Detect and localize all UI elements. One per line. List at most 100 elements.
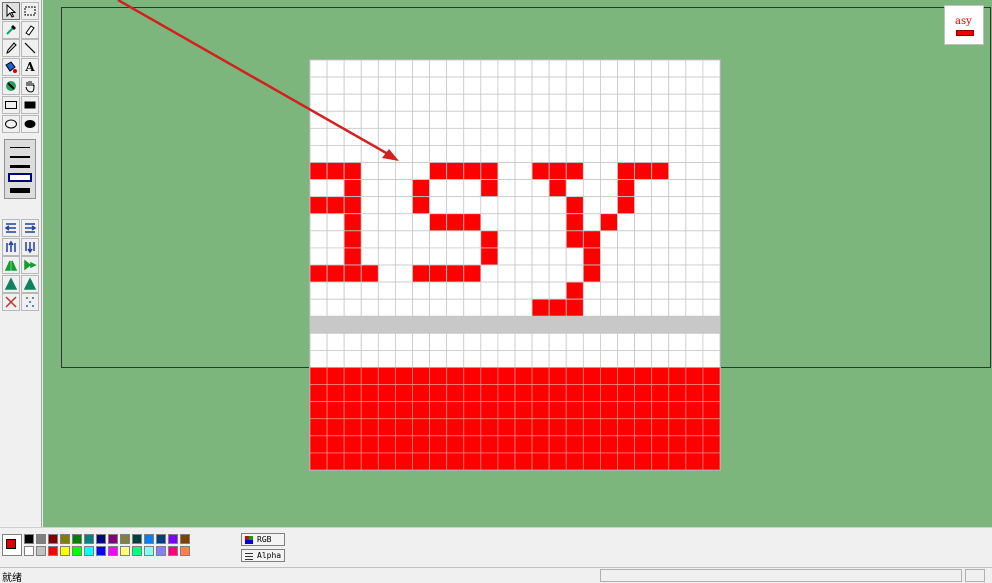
pixel-cell[interactable] — [617, 298, 635, 317]
pixel-cell[interactable] — [548, 332, 567, 351]
pixel-cell[interactable] — [617, 281, 635, 300]
pixel-cell[interactable] — [343, 93, 362, 112]
pixel-cell[interactable] — [634, 213, 653, 232]
pixel-cell[interactable] — [514, 110, 533, 129]
pixel-cell[interactable] — [343, 435, 362, 454]
palette-swatch[interactable] — [96, 546, 106, 556]
pixel-cell[interactable] — [463, 76, 482, 95]
pixel-cell[interactable] — [343, 315, 362, 334]
pixel-cell[interactable] — [395, 401, 413, 420]
line-width-selector[interactable] — [4, 139, 36, 199]
pixel-cell[interactable] — [343, 418, 362, 437]
pixel-cell[interactable] — [310, 213, 328, 232]
pixel-cell[interactable] — [446, 179, 465, 198]
pixel-cell[interactable] — [326, 196, 345, 215]
pixel-cell[interactable] — [565, 384, 584, 403]
pixel-cell[interactable] — [651, 213, 670, 232]
pixel-cell[interactable] — [600, 247, 618, 266]
pixel-cell[interactable] — [634, 332, 653, 351]
pixel-cell[interactable] — [514, 401, 533, 420]
palette-swatch[interactable] — [120, 534, 130, 544]
pixel-cell[interactable] — [514, 145, 533, 163]
pixel-cell[interactable] — [600, 367, 618, 385]
pixel-cell[interactable] — [395, 196, 413, 215]
pixel-cell[interactable] — [582, 76, 601, 95]
pixel-cell[interactable] — [702, 350, 720, 368]
pixel-cell[interactable] — [326, 127, 345, 146]
pixel-cell[interactable] — [429, 350, 448, 368]
pixel-cell[interactable] — [531, 350, 550, 368]
pixel-cell[interactable] — [514, 350, 533, 368]
rect-filled-tool[interactable] — [21, 96, 39, 114]
pixel-cell[interactable] — [600, 162, 618, 180]
pixel-cell[interactable] — [480, 315, 499, 334]
pixel-cell[interactable] — [685, 76, 704, 95]
pixel-cell[interactable] — [480, 401, 499, 420]
pixel-cell[interactable] — [360, 213, 379, 232]
pixel-cell[interactable] — [412, 93, 430, 112]
pixel-cell[interactable] — [497, 110, 516, 129]
pixel-cell[interactable] — [377, 179, 396, 198]
pixel-cell[interactable] — [600, 281, 618, 300]
pixel-cell[interactable] — [446, 127, 465, 146]
pixel-cell[interactable] — [310, 367, 328, 385]
line-width-4-selected[interactable] — [8, 173, 32, 182]
pixel-cell[interactable] — [360, 76, 379, 95]
pixel-cell[interactable] — [326, 350, 345, 368]
pixel-cell[interactable] — [531, 93, 550, 112]
pixel-cell[interactable] — [412, 179, 430, 198]
pixel-cell[interactable] — [446, 332, 465, 351]
pixel-cell[interactable] — [600, 213, 618, 232]
pixel-cell[interactable] — [395, 281, 413, 300]
pixel-cell[interactable] — [412, 127, 430, 146]
pixel-cell[interactable] — [326, 452, 345, 470]
palette-swatch[interactable] — [72, 534, 82, 544]
pixel-cell[interactable] — [360, 452, 379, 470]
pixel-cell[interactable] — [651, 162, 670, 180]
pixel-cell[interactable] — [582, 350, 601, 368]
palette-swatch[interactable] — [168, 546, 178, 556]
pixel-cell[interactable] — [497, 418, 516, 437]
pixel-cell[interactable] — [395, 384, 413, 403]
pixel-cell[interactable] — [668, 452, 687, 470]
pixel-cell[interactable] — [480, 418, 499, 437]
pixel-cell[interactable] — [514, 247, 533, 266]
pixel-cell[interactable] — [463, 145, 482, 163]
eraser-tool[interactable] — [21, 21, 39, 39]
pixel-cell[interactable] — [531, 401, 550, 420]
pixel-cell[interactable] — [702, 213, 720, 232]
pixel-cell[interactable] — [617, 401, 635, 420]
pixel-cell[interactable] — [651, 332, 670, 351]
pixel-cell[interactable] — [326, 367, 345, 385]
pixel-cell[interactable] — [310, 298, 328, 317]
pixel-editor-grid[interactable] — [309, 59, 721, 471]
pixel-cell[interactable] — [600, 350, 618, 368]
shift-left-tool[interactable] — [2, 219, 20, 237]
pixel-cell[interactable] — [412, 230, 430, 249]
pixel-cell[interactable] — [343, 145, 362, 163]
shift-up-tool[interactable] — [2, 237, 20, 256]
pixel-cell[interactable] — [514, 418, 533, 437]
pixel-cell[interactable] — [548, 264, 567, 283]
pixel-cell[interactable] — [702, 281, 720, 300]
pixel-cell[interactable] — [565, 350, 584, 368]
pixel-cell[interactable] — [412, 367, 430, 385]
pixel-cell[interactable] — [531, 60, 550, 78]
pixel-cell[interactable] — [548, 384, 567, 403]
pixel-cell[interactable] — [326, 110, 345, 129]
pixel-cell[interactable] — [395, 247, 413, 266]
preview-thumbnail[interactable]: asy — [944, 5, 984, 45]
pixel-cell[interactable] — [634, 401, 653, 420]
pixel-cell[interactable] — [446, 60, 465, 78]
pixel-cell[interactable] — [514, 179, 533, 198]
pixel-cell[interactable] — [582, 452, 601, 470]
pixel-cell[interactable] — [446, 281, 465, 300]
pixel-cell[interactable] — [326, 264, 345, 283]
pixel-cell[interactable] — [446, 401, 465, 420]
pixel-cell[interactable] — [463, 401, 482, 420]
pixel-cell[interactable] — [617, 179, 635, 198]
pixel-cell[interactable] — [531, 110, 550, 129]
pixel-cell[interactable] — [634, 435, 653, 454]
pixel-cell[interactable] — [702, 196, 720, 215]
pixel-cell[interactable] — [685, 281, 704, 300]
